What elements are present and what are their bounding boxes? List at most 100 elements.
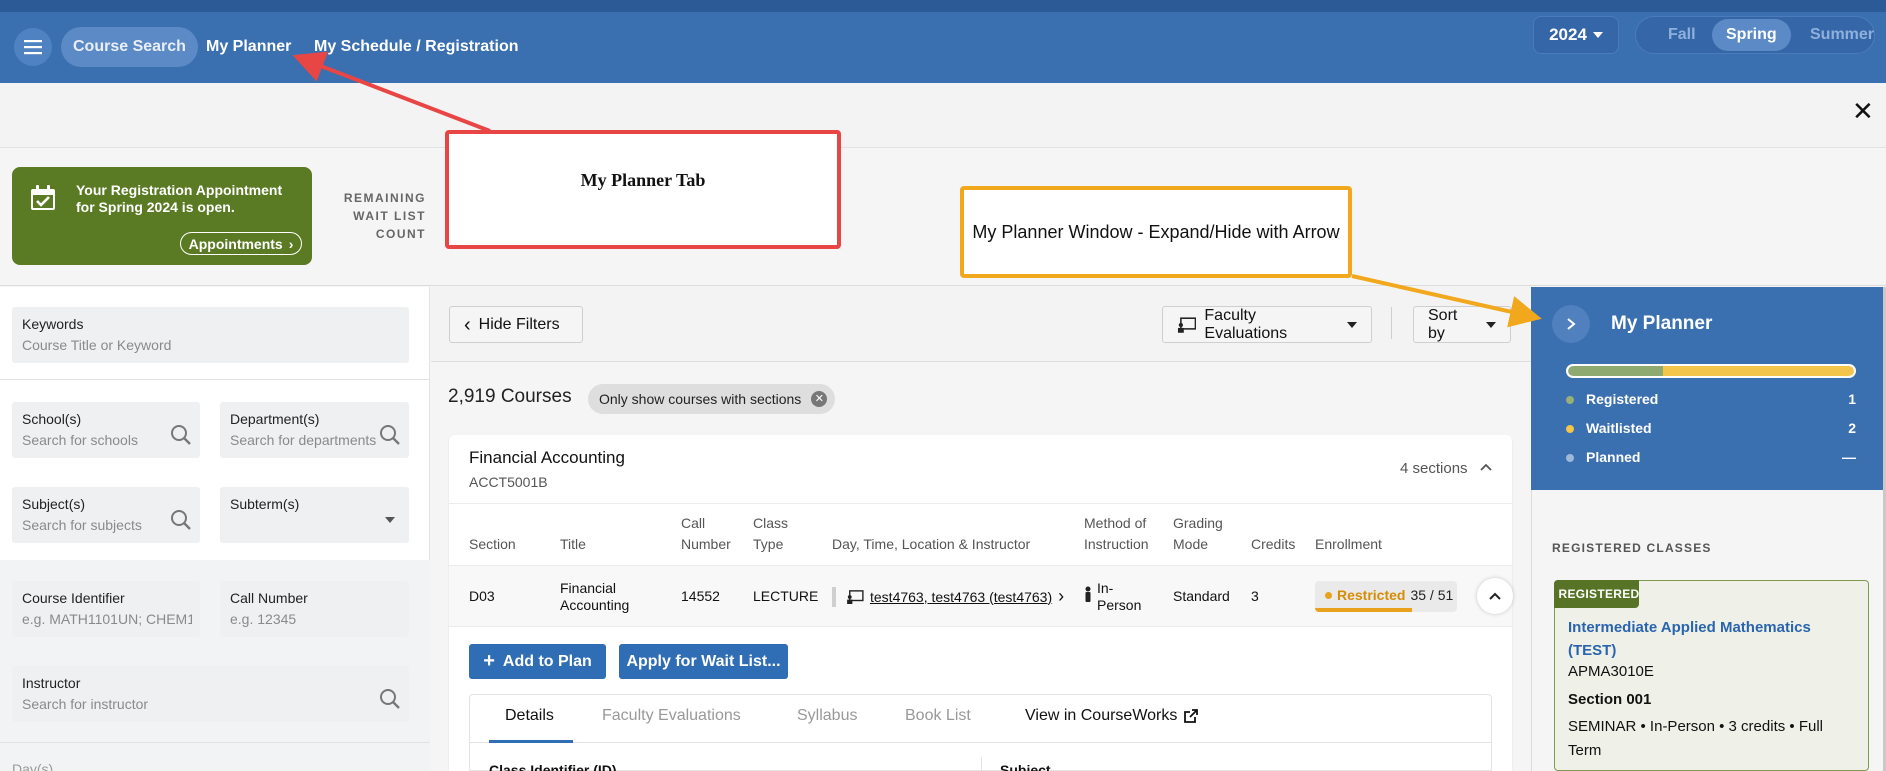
annotation-yellow-text: My Planner Window - Expand/Hide with Arr… [972,221,1340,242]
col-day-time-location: Day, Time, Location & Instructor [832,536,1031,552]
row-grading: Standard [1173,588,1230,604]
tab-view-in-courseworks[interactable]: View in CourseWorks [1025,707,1199,725]
row-call-number: 14552 [681,588,720,604]
keywords-input[interactable]: Keywords Course Title or Keyword [12,307,409,363]
stat-label: Waitlisted [1586,420,1652,436]
calendar-check-icon [31,185,55,210]
divider [832,586,836,607]
year-value: 2024 [1549,25,1587,44]
stat-value: 2 [1848,420,1856,436]
stat-waitlisted: Waitlisted 2 [1566,420,1856,440]
row-credits: 3 [1251,588,1259,604]
row-method: In-Person [1097,580,1142,613]
term-spring[interactable]: Spring [1712,19,1791,51]
subjects-input[interactable]: Subject(s) Search for subjects [12,487,200,543]
sections-count: 4 sections [1400,460,1468,477]
tab-my-planner[interactable]: My Planner [194,27,303,67]
year-selector[interactable]: 2024 [1533,16,1619,54]
sort-by-button[interactable]: Sort by [1413,306,1511,343]
schools-input[interactable]: School(s) Search for schools [12,402,200,458]
keywords-label: Keywords [22,316,84,332]
tab-syllabus[interactable]: Syllabus [797,707,857,725]
keywords-placeholder: Course Title or Keyword [22,337,172,353]
course-identifier-placeholder: e.g. MATH1101UN; CHEM1: [22,611,192,627]
course-identifier-input[interactable]: Course Identifier e.g. MATH1101UN; CHEM1… [12,581,200,637]
status-dot [1566,396,1574,404]
sort-by-label: Sort by [1428,306,1458,342]
registered-segment [1568,366,1664,376]
tab-details[interactable]: Details [505,707,554,725]
tab-my-schedule-registration[interactable]: My Schedule / Registration [302,27,530,67]
person-icon [1085,586,1091,602]
subterm-select[interactable]: Subterm(s) [220,487,409,543]
close-icon[interactable]: ✕ [811,391,828,407]
course-identifier-label: Course Identifier [22,590,125,606]
call-number-input[interactable]: Call Number e.g. 12345 [220,581,409,637]
filter-chip[interactable]: Only show courses with sections ✕ [588,384,836,414]
chevron-right-icon[interactable]: › [1058,586,1064,607]
row-collapse-button[interactable] [1477,578,1513,614]
chevron-up-icon[interactable] [1479,461,1493,473]
close-icon[interactable]: ✕ [1852,98,1874,124]
stat-value: 1 [1848,391,1856,407]
annotation-red-text: My Planner Tab [580,170,706,190]
enrollment-status: Restricted 35 / 51 [1315,581,1457,612]
annotation-my-planner-window: My Planner Window - Expand/Hide with Arr… [960,186,1352,278]
tab-faculty-evaluations[interactable]: Faculty Evaluations [602,707,741,725]
appointments-button[interactable]: Appointments › [180,232,302,255]
apply-wait-list-button[interactable]: Apply for Wait List... [619,644,788,679]
waitlisted-segment [1663,366,1854,376]
menu-icon[interactable] [14,28,52,66]
divider [981,757,982,771]
col-section: Section [469,536,516,552]
results-count: 2,919 Courses [448,386,572,407]
col-method: Method of Instruction [1084,515,1149,552]
stat-label: Registered [1586,391,1659,407]
row-instructor-cell: test4763, test4763 (test4763) › [832,586,1064,607]
enrollment-status-label: Restricted [1337,587,1406,603]
col-call-number: Call Number [681,515,731,552]
course-code: ACCT5001B [469,474,548,490]
divider [0,742,430,743]
faculty-evaluations-button[interactable]: Faculty Evaluations [1162,306,1372,343]
subjects-placeholder: Search for subjects [22,517,142,533]
add-to-plan-button[interactable]: + Add to Plan [469,644,606,679]
tab-course-search[interactable]: Course Search [61,27,198,67]
term-summer[interactable]: Summer [1796,19,1886,51]
appointments-button-label: Appointments [188,235,283,252]
external-link-icon [1184,709,1199,723]
divider [449,503,1512,504]
schools-placeholder: Search for schools [22,432,138,448]
col-enrollment: Enrollment [1315,536,1382,552]
plus-icon: + [483,650,495,672]
hide-filters-label: Hide Filters [478,315,560,333]
detail-label-class-id: Class Identifier (ID) [489,762,617,771]
instructor-input[interactable]: Instructor Search for instructor [12,666,409,722]
chevron-left-icon: ‹ [464,313,471,336]
col-credits: Credits [1251,536,1296,552]
chevron-right-icon: › [288,235,294,252]
stat-value: — [1842,449,1856,465]
hide-filters-button[interactable]: ‹ Hide Filters [449,306,583,343]
search-icon [171,425,191,445]
call-number-placeholder: e.g. 12345 [230,611,297,627]
divider [469,742,1492,743]
detail-label-subject: Subject [1000,762,1051,771]
subterm-label: Subterm(s) [230,496,300,512]
instructor-placeholder: Search for instructor [22,696,149,712]
term-fall[interactable]: Fall [1654,19,1710,51]
registered-badge-label: REGISTERED [1558,587,1640,601]
search-icon [380,689,400,709]
instructor-label: Instructor [22,675,81,691]
planner-title: My Planner [1611,313,1713,334]
registered-class-title[interactable]: Intermediate Applied Mathematics (TEST) [1568,616,1848,662]
departments-input[interactable]: Department(s) Search for departments [220,402,409,458]
chevron-down-icon [385,517,395,523]
subjects-label: Subject(s) [22,496,86,512]
instructor-link[interactable]: test4763, test4763 (test4763) [870,589,1052,605]
departments-label: Department(s) [230,411,320,427]
add-to-plan-label: Add to Plan [502,652,592,670]
tab-book-list[interactable]: Book List [905,707,971,725]
planner-toggle-button[interactable] [1552,305,1590,343]
col-class-type: Class Type [753,515,789,552]
